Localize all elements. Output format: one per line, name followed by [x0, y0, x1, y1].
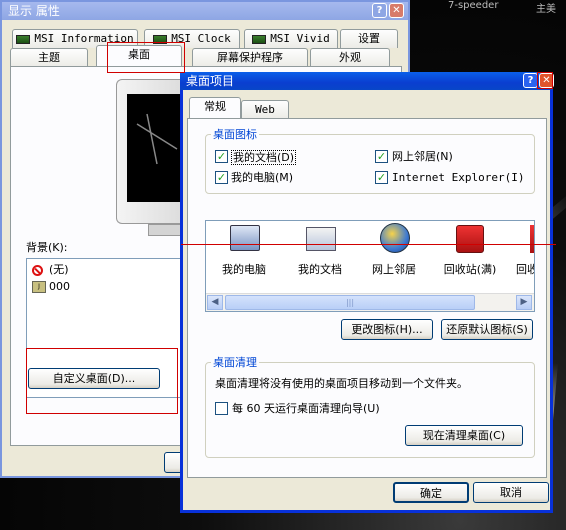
annotation-box-desktop-tab	[107, 42, 185, 73]
recycle-bin-label: 回收站(满)	[443, 263, 497, 276]
tab-msi-vivid[interactable]: MSI Vivid	[244, 29, 338, 48]
monitor-screen	[127, 94, 185, 202]
tab-web[interactable]: Web	[241, 100, 289, 119]
annotation-box-close	[537, 72, 553, 89]
cleanup-every-label: 每 60 天运行桌面清理向导(U)	[232, 402, 380, 415]
scroll-right-button[interactable]: ▶	[516, 295, 532, 310]
network-places-icon[interactable]	[380, 223, 410, 253]
tab-screensaver[interactable]: 屏幕保护程序	[192, 48, 308, 67]
monitor-preview	[116, 79, 185, 224]
recycle-partial-icon[interactable]	[530, 225, 534, 253]
horizontal-scrollbar[interactable]: ◀ ||| ▶	[206, 293, 534, 311]
scroll-thumb[interactable]: |||	[225, 295, 475, 310]
list-item[interactable]: J 000	[32, 279, 70, 295]
help-button[interactable]: ?	[523, 73, 538, 88]
desktop-cleanup-group-label: 桌面清理	[211, 354, 259, 370]
background-label: 背景(K):	[26, 241, 68, 254]
desktop-label-1: 7-speeder	[448, 0, 499, 11]
recycle-bin-icon[interactable]	[456, 225, 484, 253]
monitor-wallpaper	[136, 113, 178, 165]
cleanup-every-checkbox[interactable]	[215, 402, 228, 415]
monitor-stand	[148, 224, 184, 236]
help-button[interactable]: ?	[372, 3, 387, 18]
desktop-icons-group-label: 桌面图标	[211, 126, 259, 142]
msi-icon	[16, 34, 31, 44]
checkbox-internet-explorer[interactable]: ✓	[375, 171, 388, 184]
jpeg-file-icon: J	[32, 281, 46, 293]
ok-button[interactable]: 确定	[393, 482, 469, 503]
my-computer-label: 我的电脑	[222, 263, 266, 276]
checkbox-internet-explorer-label: Internet Explorer(I)	[392, 171, 525, 184]
checkbox-my-computer[interactable]: ✓	[215, 171, 228, 184]
checkbox-my-computer-label: 我的电脑(M)	[231, 171, 294, 184]
checkbox-network-places[interactable]: ✓	[375, 150, 388, 163]
network-places-label: 网上邻居	[372, 263, 416, 276]
checkbox-network-places-label: 网上邻居(N)	[392, 150, 453, 163]
my-documents-label: 我的文档	[298, 263, 342, 276]
none-icon	[32, 264, 43, 276]
tab-themes[interactable]: 主题	[10, 48, 88, 67]
close-button[interactable]: ✕	[389, 3, 404, 18]
desktop-items-window: 桌面项目 ? ✕ 常规 Web 桌面图标 ✓ 我的文档(D) ✓ 网上邻居(N)…	[180, 72, 554, 513]
cleanup-now-button[interactable]: 现在清理桌面(C)	[405, 425, 523, 446]
tab-appearance[interactable]: 外观	[310, 48, 390, 67]
change-icon-button[interactable]: 更改图标(H)...	[341, 319, 433, 340]
tab-general[interactable]: 常规	[189, 97, 241, 119]
my-documents-icon[interactable]	[306, 227, 336, 251]
annotation-box-customize	[26, 348, 178, 414]
msi-icon	[252, 34, 267, 44]
restore-default-icon-button[interactable]: 还原默认图标(S)	[441, 319, 533, 340]
desktop-label-2: 主美	[536, 4, 556, 15]
annotation-line	[181, 244, 556, 245]
checkbox-my-documents[interactable]: ✓	[215, 150, 228, 163]
icon-list-view[interactable]: 我的电脑 我的文档 网上邻居 回收站(满) 回收 ◀ ||| ▶	[205, 220, 535, 312]
cleanup-description: 桌面清理将没有使用的桌面项目移动到一个文件夹。	[215, 377, 468, 390]
recycle-partial-label: 回收	[516, 263, 534, 276]
my-computer-icon[interactable]	[230, 225, 260, 251]
scroll-left-button[interactable]: ◀	[207, 295, 223, 310]
desktop-items-title: 桌面项目	[180, 72, 553, 90]
list-item[interactable]: (无)	[32, 262, 69, 278]
checkbox-my-documents-label: 我的文档(D)	[231, 150, 297, 165]
display-properties-title: 显示 属性	[2, 2, 408, 20]
cancel-button[interactable]: 取消	[473, 482, 549, 503]
tab-settings[interactable]: 设置	[340, 29, 398, 48]
